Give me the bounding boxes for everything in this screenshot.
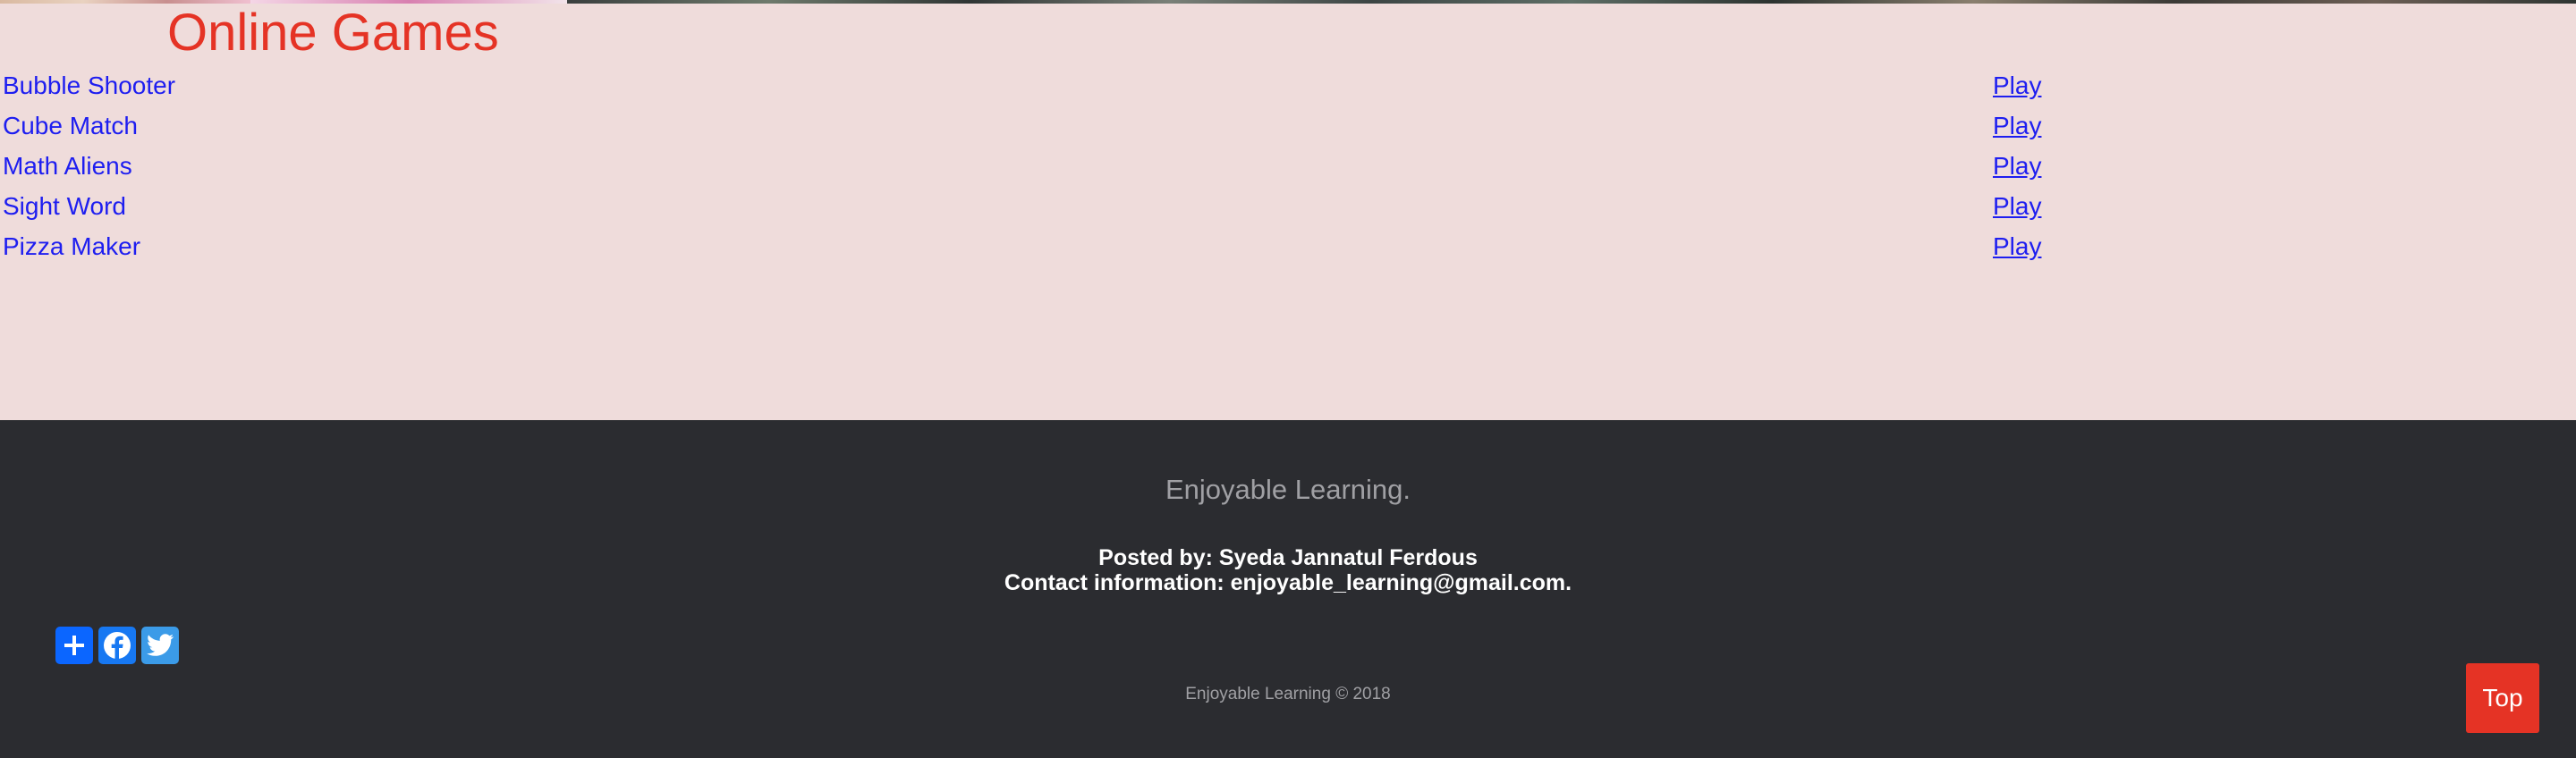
play-link[interactable]: Play bbox=[1993, 232, 2041, 261]
game-name: Math Aliens bbox=[3, 152, 132, 180]
games-section: Online Games Bubble Shooter Play Cube Ma… bbox=[0, 4, 2576, 420]
share-buttons bbox=[55, 627, 179, 664]
play-link[interactable]: Play bbox=[1993, 72, 2041, 100]
twitter-icon[interactable] bbox=[141, 627, 179, 664]
game-row: Bubble Shooter Play bbox=[0, 68, 2576, 108]
game-row: Cube Match Play bbox=[0, 108, 2576, 148]
game-name: Bubble Shooter bbox=[3, 72, 176, 99]
game-row: Sight Word Play bbox=[0, 189, 2576, 229]
game-name: Cube Match bbox=[3, 112, 138, 139]
game-name: Pizza Maker bbox=[3, 232, 141, 260]
author-info: Posted by: Syeda Jannatul Ferdous Contac… bbox=[0, 545, 2576, 595]
contact-info: Contact information: enjoyable_learning@… bbox=[1004, 570, 1572, 595]
site-footer: Enjoyable Learning. Posted by: Syeda Jan… bbox=[0, 420, 2576, 758]
game-row: Pizza Maker Play bbox=[0, 229, 2576, 269]
copyright-text: Enjoyable Learning © 2018 bbox=[1185, 685, 1391, 703]
section-title: Online Games bbox=[167, 4, 499, 62]
back-to-top-button[interactable]: Top bbox=[2466, 663, 2539, 733]
play-link[interactable]: Play bbox=[1993, 112, 2041, 140]
facebook-icon[interactable] bbox=[98, 627, 136, 664]
game-row: Math Aliens Play bbox=[0, 148, 2576, 189]
game-name: Sight Word bbox=[3, 192, 126, 220]
posted-by: Posted by: Syeda Jannatul Ferdous bbox=[1098, 545, 1478, 570]
games-list: Bubble Shooter Play Cube Match Play Math… bbox=[0, 68, 2576, 269]
play-link[interactable]: Play bbox=[1993, 152, 2041, 181]
play-link[interactable]: Play bbox=[1993, 192, 2041, 221]
share-plus-icon[interactable] bbox=[55, 627, 93, 664]
footer-tagline: Enjoyable Learning. bbox=[1165, 474, 1411, 505]
